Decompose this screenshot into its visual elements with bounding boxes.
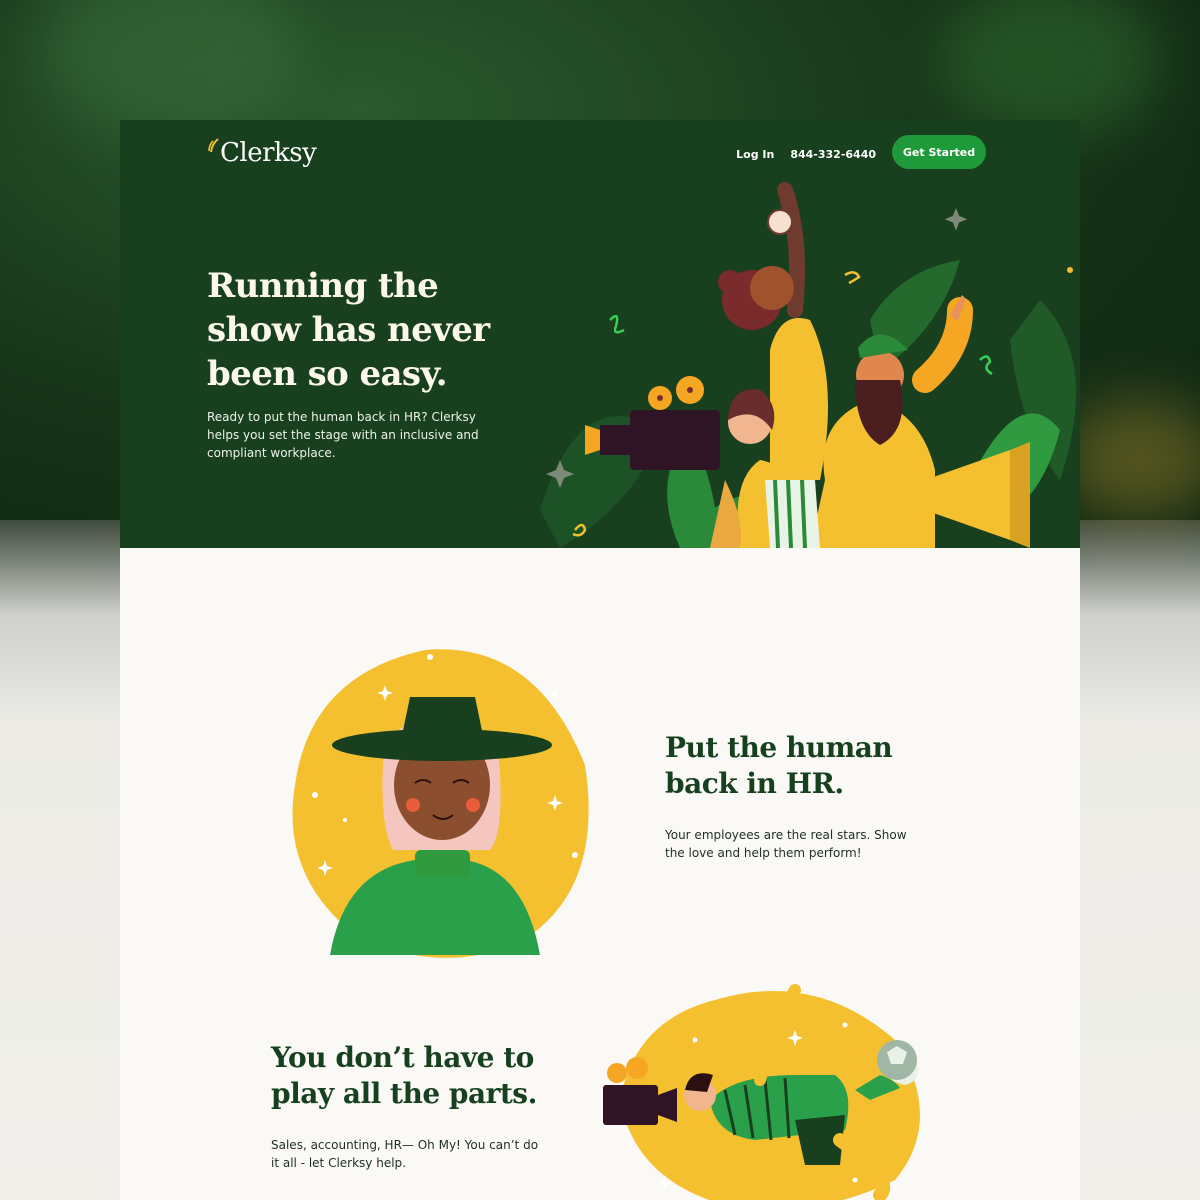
- hero-subtitle: Ready to put the human back in HR? Clerk…: [207, 410, 479, 460]
- section2-text-block: You don’t have to play all the parts. Sa…: [271, 1040, 541, 1172]
- section1-illustration: [292, 649, 589, 958]
- top-nav: Log In 844-332-6440 Get Started: [736, 135, 986, 169]
- section2-title: You don’t have to play all the parts.: [271, 1041, 537, 1110]
- get-started-button[interactable]: Get Started: [892, 135, 986, 169]
- hero-title: Running the show has never been so easy.: [207, 266, 490, 394]
- section2-illustration: [603, 984, 920, 1200]
- landing-page: Clerksy Log In 844-332-6440 Get Started …: [120, 120, 1080, 1200]
- login-link[interactable]: Log In: [736, 148, 774, 161]
- logo[interactable]: Clerksy: [208, 136, 317, 168]
- hero-section: Clerksy Log In 844-332-6440 Get Started …: [120, 120, 1080, 548]
- section1-text-block: Put the human back in HR. Your employees…: [665, 730, 925, 862]
- logo-spark-icon: [208, 138, 219, 153]
- section1-title: Put the human back in HR.: [665, 731, 893, 800]
- hero-illustration: [540, 182, 1076, 548]
- logo-text: Clerksy: [220, 138, 317, 168]
- section1-text: Your employees are the real stars. Show …: [665, 828, 907, 860]
- section2-text: Sales, accounting, HR— Oh My! You can’t …: [271, 1138, 539, 1170]
- phone-link[interactable]: 844-332-6440: [790, 148, 876, 161]
